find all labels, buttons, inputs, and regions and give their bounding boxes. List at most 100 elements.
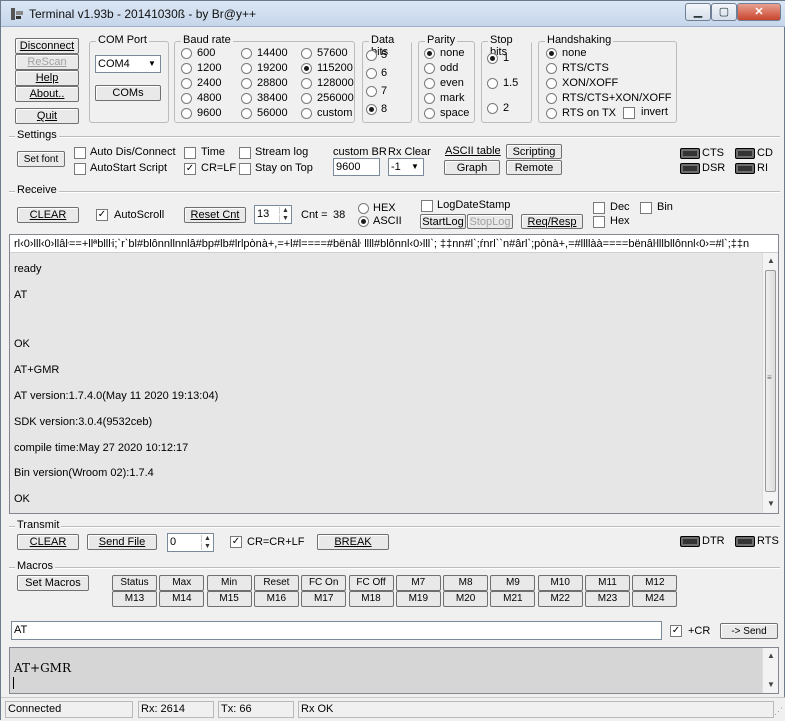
spin-up-icon[interactable]: ▲ (279, 207, 291, 214)
help-button[interactable]: Help (15, 70, 79, 86)
ascii-radio[interactable] (358, 216, 369, 227)
baud-radio-2400[interactable] (181, 78, 192, 89)
macro-button[interactable]: M21 (490, 591, 536, 607)
rx-clear-select[interactable]: -1 ▼ (388, 158, 424, 176)
databits-radio-5[interactable] (366, 50, 377, 61)
disconnect-button[interactable]: Disconnect (15, 38, 79, 54)
reset-cnt-button[interactable]: Reset Cnt (184, 207, 246, 223)
com-port-select[interactable]: COM4 ▼ (95, 55, 161, 73)
macro-button[interactable]: M14 (159, 591, 205, 607)
transmit-log-scrollbar[interactable]: ▲ ▼ (762, 648, 778, 693)
macro-button[interactable]: Min (206, 575, 252, 591)
transmit-input[interactable]: AT (11, 621, 662, 640)
invert-checkbox[interactable] (623, 107, 635, 119)
transmit-spinner[interactable]: 0 ▲ ▼ (167, 533, 214, 552)
baud-radio-600[interactable] (181, 48, 192, 59)
time-checkbox[interactable] (184, 147, 196, 159)
stream-log-checkbox[interactable] (239, 147, 251, 159)
break-button[interactable]: BREAK (317, 534, 389, 550)
maximize-button[interactable]: ▢ (711, 3, 737, 21)
macro-button[interactable]: M15 (206, 591, 252, 607)
baud-radio-57600[interactable] (301, 48, 312, 59)
bin-checkbox[interactable] (640, 202, 652, 214)
scrollbar-thumb[interactable]: ≡ (765, 270, 776, 492)
baud-radio-1200[interactable] (181, 63, 192, 74)
output-scrollbar[interactable]: ▲ ≡ ▼ (762, 253, 778, 513)
autoscroll-checkbox[interactable]: ✓ (96, 209, 108, 221)
stay-on-top-checkbox[interactable] (239, 163, 251, 175)
parity-radio-odd[interactable] (424, 63, 435, 74)
remote-button[interactable]: Remote (506, 160, 562, 175)
scroll-down-icon[interactable]: ▼ (763, 496, 779, 512)
ascii-table-link[interactable]: ASCII table (445, 145, 501, 157)
transmit-log[interactable]: AT+GMR ▲ ▼ (9, 647, 779, 694)
scroll-up-icon[interactable]: ▲ (763, 648, 779, 664)
stopbits-radio-2[interactable] (487, 103, 498, 114)
baud-radio-14400[interactable] (241, 48, 252, 59)
cr-crlf-checkbox[interactable]: ✓ (230, 536, 242, 548)
stopbits-radio-1.5[interactable] (487, 78, 498, 89)
set-font-button[interactable]: Set font (17, 151, 65, 167)
stopbits-radio-1[interactable] (487, 53, 498, 64)
quit-button[interactable]: Quit (15, 108, 79, 124)
baud-radio-19200[interactable] (241, 63, 252, 74)
hex-radio[interactable] (358, 203, 369, 214)
databits-radio-8[interactable] (366, 104, 377, 115)
graph-button[interactable]: Graph (444, 160, 500, 175)
macro-button[interactable]: M19 (395, 591, 441, 607)
handshaking-radio-0[interactable] (546, 48, 557, 59)
macro-button[interactable]: FC Off (348, 575, 394, 591)
set-macros-button[interactable]: Set Macros (17, 575, 89, 591)
baud-radio-custom[interactable] (301, 108, 312, 119)
macro-button[interactable]: M12 (632, 575, 678, 591)
send-button[interactable]: -> Send (720, 623, 778, 639)
receive-output[interactable]: rl‹0›lll‹0›llâŀ==+llªbllŀi;`r`bl#blônnll… (9, 234, 779, 514)
rescan-button[interactable]: ReScan (15, 54, 79, 70)
auto-dis-connect-checkbox[interactable] (74, 147, 86, 159)
baud-radio-28800[interactable] (241, 78, 252, 89)
macro-button[interactable]: Status (112, 575, 157, 591)
spin-down-icon[interactable]: ▼ (279, 215, 291, 222)
macro-button[interactable]: M9 (490, 575, 536, 591)
stoplog-button[interactable]: StopLog (467, 214, 513, 229)
baud-radio-56000[interactable] (241, 108, 252, 119)
parity-radio-even[interactable] (424, 78, 435, 89)
macro-button[interactable]: FC On (301, 575, 347, 591)
macro-button[interactable]: M23 (585, 591, 630, 607)
macro-button[interactable]: M8 (443, 575, 489, 591)
macro-button[interactable]: M24 (632, 591, 678, 607)
macro-button[interactable]: M10 (537, 575, 583, 591)
baud-radio-128000[interactable] (301, 78, 312, 89)
databits-radio-6[interactable] (366, 68, 377, 79)
autostart-script-checkbox[interactable] (74, 163, 86, 175)
resize-grip-icon[interactable]: ⋰ (774, 706, 783, 717)
hex-checkbox[interactable] (593, 216, 605, 228)
macro-button[interactable]: Reset (253, 575, 299, 591)
macro-button[interactable]: M13 (112, 591, 157, 607)
send-file-button[interactable]: Send File (87, 534, 157, 550)
baud-radio-4800[interactable] (181, 93, 192, 104)
parity-radio-space[interactable] (424, 108, 435, 119)
macro-button[interactable]: M18 (348, 591, 394, 607)
scroll-down-icon[interactable]: ▼ (763, 677, 779, 693)
baud-radio-9600[interactable] (181, 108, 192, 119)
parity-radio-none[interactable] (424, 48, 435, 59)
spin-down-icon[interactable]: ▼ (201, 543, 213, 550)
baud-radio-256000[interactable] (301, 93, 312, 104)
coms-button[interactable]: COMs (95, 85, 161, 101)
transmit-clear-button[interactable]: CLEAR (17, 534, 79, 550)
cr-lf-checkbox[interactable]: ✓ (184, 163, 196, 175)
about-button[interactable]: About.. (15, 86, 79, 102)
dec-checkbox[interactable] (593, 202, 605, 214)
custom-br-input[interactable]: 9600 (333, 158, 380, 176)
cnt-spinner[interactable]: 13 ▲ ▼ (254, 205, 292, 224)
baud-radio-38400[interactable] (241, 93, 252, 104)
macro-button[interactable]: M17 (301, 591, 347, 607)
macro-button[interactable]: M16 (253, 591, 299, 607)
receive-clear-button[interactable]: CLEAR (17, 207, 79, 223)
baud-radio-115200[interactable] (301, 63, 312, 74)
minimize-button[interactable]: ▁ (685, 3, 711, 21)
close-button[interactable]: ✕ (737, 3, 781, 21)
macro-button[interactable]: M20 (443, 591, 489, 607)
scroll-up-icon[interactable]: ▲ (763, 253, 779, 269)
